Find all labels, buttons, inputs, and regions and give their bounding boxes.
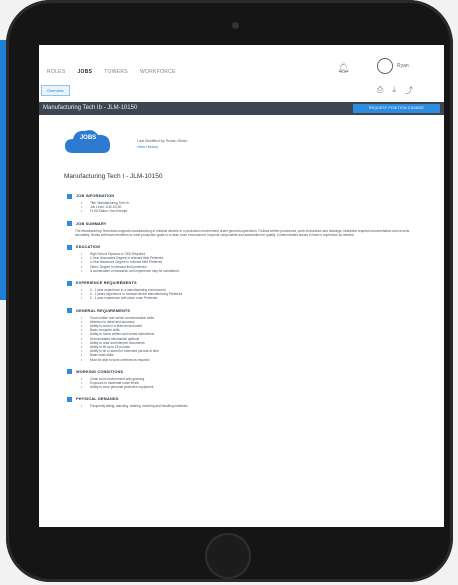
document-section: PHYSICAL DEMANDS • Frequently sitting, sta… <box>67 396 417 408</box>
last-modified: Last Modified by Susan Strain <box>137 139 188 143</box>
section-title: JOB INFORMATION <box>76 194 115 198</box>
section-items: • 0 - 1 year experience in a manufacturin… <box>81 288 417 301</box>
app-screen: ROLES JOBS TOWERS WORKFORCE 🔔︎ Ryan Over… <box>39 45 444 527</box>
nav-item[interactable]: ROLES <box>47 69 65 75</box>
section-header: GENERAL REQUIREMENTS <box>67 308 417 314</box>
bullet-icon: • <box>81 268 83 273</box>
top-bar: ROLES JOBS TOWERS WORKFORCE 🔔︎ Ryan Over… <box>39 45 444 96</box>
document-section: JOB INFORMATION • Title: Manufacturing Tec… <box>67 193 417 214</box>
logo-text: JOBS <box>79 135 97 141</box>
section-icon <box>67 221 72 227</box>
list-item-text: Must be able to work overtime as require… <box>90 357 150 362</box>
document-section: EXPERIENCE REQUIREMENTS • 0 - 1 year exper… <box>67 280 417 301</box>
top-nav: ROLES JOBS TOWERS WORKFORCE <box>47 69 176 75</box>
section-title: GENERAL REQUIREMENTS <box>76 308 131 313</box>
section-header: WORKING CONDITIONS <box>67 369 417 375</box>
section-header: EDUCATION <box>67 244 417 250</box>
document-section: WORKING CONDITIONS • Clean room environmen… <box>67 369 417 390</box>
print-icon[interactable]: ⎙ <box>377 85 383 96</box>
sections-list: JOB INFORMATION • Title: Manufacturing Tec… <box>67 193 417 416</box>
user-name[interactable]: Ryan <box>397 63 409 69</box>
section-icon <box>67 308 72 314</box>
list-item: • 0 - 1 year experience with clean room P… <box>81 296 417 300</box>
list-item: • FLSA Status: Non-Exempt <box>81 209 417 213</box>
bullet-icon: • <box>81 357 83 362</box>
list-item-text: 0 - 1 year experience with clean room Pr… <box>90 296 158 301</box>
section-title: PHYSICAL DEMANDS <box>76 397 119 402</box>
bullet-icon: • <box>81 385 83 390</box>
document-bar: Manufacturing Tech Ib - JLM-10150 REQUES… <box>39 102 444 115</box>
download-icon[interactable]: ⤓ <box>392 85 396 96</box>
cloud-logo: JOBS <box>63 127 113 155</box>
user-avatar-icon[interactable] <box>377 58 393 74</box>
toolbar-icons: ⎙ ⤓ ⤴ <box>377 85 413 96</box>
section-icon <box>67 244 72 250</box>
list-item: • A combination of education and experien… <box>81 269 417 273</box>
document-section: JOB SUMMARY The Manufacturing Technician … <box>67 221 417 237</box>
section-icon <box>67 396 72 402</box>
section-icon <box>67 193 72 199</box>
section-title: EDUCATION <box>76 245 101 250</box>
request-change-button[interactable]: REQUEST POSITION CHANGE <box>353 104 440 113</box>
document-section: EDUCATION • High School Diploma or GED Req… <box>67 244 417 273</box>
nav-item[interactable]: WORKFORCE <box>140 69 176 75</box>
list-item-text: Frequently sitting, standing, walking, r… <box>90 404 188 409</box>
bullet-icon: • <box>81 209 83 214</box>
section-header: JOB INFORMATION <box>67 193 417 199</box>
list-item-text: FLSA Status: Non-Exempt <box>90 209 128 214</box>
nav-item[interactable]: TOWERS <box>104 69 128 75</box>
list-item-text: A combination of education and experienc… <box>90 268 179 273</box>
page-title: Manufacturing Tech I - JLM-10150 <box>64 173 163 180</box>
section-items: • Frequently sitting, standing, walking, … <box>81 404 417 408</box>
nav-item-active[interactable]: JOBS <box>77 69 92 75</box>
home-button[interactable] <box>205 533 251 579</box>
bullet-icon: • <box>81 404 83 409</box>
section-items: • High School Diploma or GED Required • 2-Y… <box>81 252 417 273</box>
section-title: WORKING CONDITIONS <box>76 369 124 374</box>
list-item-text: Ability to wear personal protective equi… <box>90 385 154 390</box>
tablet-frame: ROLES JOBS TOWERS WORKFORCE 🔔︎ Ryan Over… <box>6 0 453 582</box>
camera-icon <box>232 22 239 29</box>
section-header: EXPERIENCE REQUIREMENTS <box>67 280 417 286</box>
section-items: • Good written and verbal communication s… <box>81 316 417 362</box>
view-history-link[interactable]: View History <box>137 145 158 149</box>
section-title: JOB SUMMARY <box>76 221 107 226</box>
tab-overview[interactable]: Overview <box>41 85 70 96</box>
document-section: GENERAL REQUIREMENTS • Good written and ve… <box>67 308 417 362</box>
bullet-icon: • <box>81 296 83 301</box>
document-title: Manufacturing Tech Ib - JLM-10150 <box>43 105 138 111</box>
section-header: PHYSICAL DEMANDS <box>67 396 417 402</box>
list-item: • Frequently sitting, standing, walking, … <box>81 404 417 408</box>
bell-icon[interactable]: 🔔︎ <box>337 63 350 74</box>
section-icon <box>67 280 72 286</box>
section-header: JOB SUMMARY <box>67 221 417 227</box>
section-icon <box>67 369 72 375</box>
list-item: • Must be able to work overtime as requir… <box>81 358 417 362</box>
document-content: JOBS Last Modified by Susan Strain View … <box>39 117 444 527</box>
list-item: • Ability to wear personal protective equ… <box>81 385 417 389</box>
section-paragraph: The Manufacturing Technician supports ma… <box>75 228 410 237</box>
section-title: EXPERIENCE REQUIREMENTS <box>76 281 137 286</box>
section-items: • Clean room environment with gowning • Exp… <box>81 377 417 390</box>
share-icon[interactable]: ⤴ <box>405 85 413 96</box>
section-items: • Title: Manufacturing Tech Ib • Job Level:… <box>81 201 417 214</box>
